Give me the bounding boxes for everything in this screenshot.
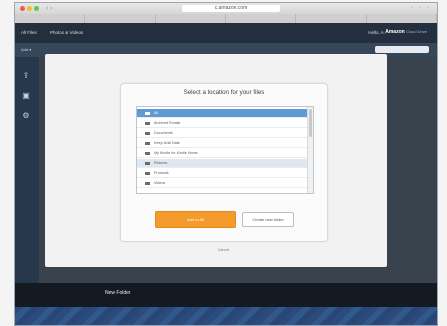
browser-tab[interactable]	[296, 14, 367, 23]
folder-label: Archived Emails	[153, 121, 181, 125]
maximize-window-button[interactable]	[34, 6, 39, 11]
create-new-folder-button[interactable]: Create new folder	[242, 212, 294, 227]
folder-label: My Kindle for Kindle Home	[154, 151, 198, 155]
browser-tab[interactable]	[367, 14, 437, 23]
app-nav: All Files Photos & Videos	[21, 30, 95, 35]
select-location-dialog: Select a location for your files All Arc…	[120, 83, 328, 242]
browser-toolbar-icons[interactable]: ◦ ◦ ◦	[411, 5, 431, 11]
folder-icon	[145, 171, 150, 175]
browser-tab[interactable]	[226, 14, 297, 23]
folder-icon	[145, 181, 150, 185]
nav-photos-videos[interactable]: Photos & Videos	[50, 30, 83, 35]
folder-icon[interactable]: ▣	[21, 91, 31, 101]
folder-icon	[145, 121, 150, 125]
nav-all-files[interactable]: All Files	[21, 30, 37, 35]
search-input[interactable]	[375, 46, 429, 53]
browser-nav-arrows[interactable]: ‹ ›	[46, 5, 53, 12]
user-menu[interactable]: Hello, A.	[368, 30, 385, 35]
logo-subtext: Cloud Drive	[406, 29, 427, 34]
desktop-wallpaper	[15, 307, 437, 325]
scroll-thumb[interactable]	[309, 109, 312, 137]
bottom-toolbar: New Folder	[15, 283, 437, 307]
folder-label: Documents	[154, 131, 173, 135]
folder-label: Videos	[154, 181, 166, 185]
add-to-folder-button[interactable]: Add to All	[155, 211, 236, 228]
new-folder-button[interactable]: New Folder	[105, 290, 131, 296]
folder-row[interactable]: Videos	[137, 179, 307, 188]
upload-icon[interactable]: ⇪	[21, 71, 31, 81]
amazon-logo: Amazon Cloud Drive	[385, 29, 427, 35]
settings-icon[interactable]: ⚙	[21, 111, 31, 121]
app-header: All Files Photos & Videos Hello, A. Amaz…	[15, 23, 437, 43]
browser-tab[interactable]	[15, 14, 86, 23]
folder-icon	[145, 141, 150, 145]
address-bar[interactable]: c.amazon.com	[182, 5, 280, 12]
folder-row[interactable]: My Kindle for Kindle Home	[137, 149, 307, 158]
folder-row[interactable]: Products	[137, 169, 307, 178]
browser-tab[interactable]	[85, 14, 156, 23]
folder-row[interactable]: Pictures	[137, 159, 307, 168]
folder-icon	[145, 111, 150, 115]
logo-text: Amazon	[385, 29, 405, 35]
folder-label: Keep Until Date	[154, 141, 180, 145]
list-scrollbar[interactable]	[307, 107, 313, 193]
folder-row-all[interactable]: All	[137, 109, 307, 118]
folder-icon	[145, 151, 150, 155]
folder-row[interactable]: Documents	[137, 129, 307, 138]
folder-icon	[145, 161, 150, 165]
folder-label: Pictures	[154, 161, 168, 165]
folder-label: All	[153, 111, 158, 115]
folder-icon	[145, 131, 150, 135]
minimize-window-button[interactable]	[27, 6, 32, 11]
add-menu[interactable]: Add ▾	[21, 47, 31, 52]
browser-titlebar: ‹ › c.amazon.com ◦ ◦ ◦	[15, 3, 437, 14]
folder-list[interactable]: All Archived Emails Documents Keep Until…	[136, 106, 314, 194]
dialog-title: Select a location for your files	[183, 89, 265, 96]
folder-label: Products	[154, 171, 169, 175]
folder-row[interactable]: Archived Emails	[137, 119, 307, 128]
folder-row[interactable]: Keep Until Date	[137, 139, 307, 148]
close-window-button[interactable]	[20, 6, 25, 11]
browser-tab[interactable]	[156, 14, 226, 23]
cancel-link[interactable]: Cancel	[0, 248, 447, 252]
